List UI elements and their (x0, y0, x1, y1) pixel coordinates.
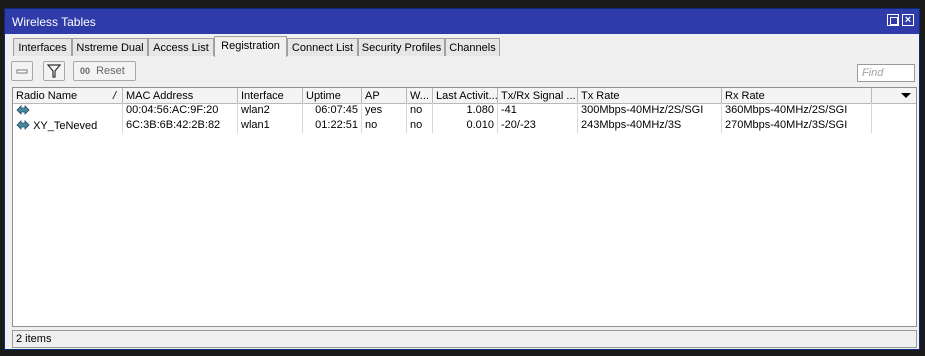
column-label: Radio Name (16, 90, 78, 102)
column-header-interface[interactable]: Interface (238, 88, 303, 103)
column-header-uptime[interactable]: Uptime (303, 88, 362, 103)
status-bar: 2 items (12, 330, 917, 348)
tab-security-profiles[interactable]: Security Profiles (358, 38, 445, 56)
cell-uptime: 06:07:45 (303, 103, 362, 118)
close-icon[interactable]: × (902, 14, 914, 26)
column-label: MAC Address (126, 90, 194, 102)
column-header-rx-rate[interactable]: Rx Rate (722, 88, 872, 103)
cell-last-activity: 1.080 (433, 103, 498, 118)
cell-ap: no (362, 118, 407, 133)
table-header: Radio Name / MAC Address Interface Uptime… (13, 88, 916, 104)
cell-mac-address: 6C:3B:6B:42:2B:82 (123, 118, 238, 133)
window-title: Wireless Tables (12, 15, 96, 29)
cell-interface: wlan1 (238, 118, 303, 133)
filter-icon (46, 64, 62, 78)
cell-tx-rate: 300Mbps-40MHz/2S/SGI (578, 103, 722, 118)
tab-connect-list[interactable]: Connect List (287, 38, 358, 56)
cell-signal: -20/-23 (498, 118, 578, 133)
tab-access-list[interactable]: Access List (148, 38, 214, 56)
cell-mac-address: 00:04:56:AC:9F:20 (123, 103, 238, 118)
column-header-tx-rx-signal[interactable]: Tx/Rx Signal ... (498, 88, 578, 103)
cell-radio-name (13, 103, 123, 118)
table-row[interactable]: XY_TeNeved 6C:3B:6B:42:2B:82 wlan1 01:22… (13, 118, 916, 133)
toolbar: 00 Reset Find (5, 57, 919, 87)
reset-button[interactable]: 00 Reset (73, 61, 136, 81)
cell-uptime: 01:22:51 (303, 118, 362, 133)
column-header-ap[interactable]: AP (362, 88, 407, 103)
tab-label: Access List (153, 42, 209, 54)
column-label: W... (410, 90, 429, 102)
cell-signal: -41 (498, 103, 578, 118)
find-placeholder: Find (862, 67, 884, 79)
column-header-w[interactable]: W... (407, 88, 433, 103)
remove-button[interactable] (11, 61, 33, 81)
tab-label: Connect List (291, 42, 354, 54)
cell-rx-rate: 270Mbps-40MHz/3S/SGI (722, 118, 872, 133)
item-count: 2 items (16, 333, 52, 345)
column-header-tx-rate[interactable]: Tx Rate (578, 88, 722, 103)
cell-last-activity: 0.010 (433, 118, 498, 133)
wireless-client-icon (16, 105, 30, 115)
column-label: Interface (241, 90, 284, 102)
column-label: Uptime (306, 90, 341, 102)
sort-indicator: / (112, 90, 116, 102)
reset-counter-icon: 00 (80, 66, 91, 76)
column-label: Last Activit... (436, 90, 498, 102)
cell-interface: wlan2 (238, 103, 303, 118)
column-chooser[interactable] (872, 88, 916, 103)
tab-interfaces[interactable]: Interfaces (13, 38, 72, 56)
tab-channels[interactable]: Channels (445, 38, 500, 56)
column-label: AP (365, 90, 380, 102)
find-input[interactable]: Find (857, 64, 915, 82)
title-bar[interactable]: Wireless Tables × (5, 9, 919, 34)
cell-w: no (407, 118, 433, 133)
cell-tx-rate: 243Mbps-40MHz/3S (578, 118, 722, 133)
minus-icon (16, 69, 28, 74)
restore-icon[interactable] (887, 14, 899, 26)
chevron-down-icon (901, 93, 911, 98)
cell-rx-rate: 360Mbps-40MHz/2S/SGI (722, 103, 872, 118)
column-header-last-activity[interactable]: Last Activit... (433, 88, 498, 103)
tab-label: Registration (221, 40, 280, 52)
radio-name-text: XY_TeNeved (33, 120, 98, 132)
tab-label: Security Profiles (361, 42, 442, 54)
tab-label: Channels (449, 42, 496, 54)
column-header-mac-address[interactable]: MAC Address (123, 88, 238, 103)
cell-w: no (407, 103, 433, 118)
tab-label: Interfaces (18, 42, 67, 54)
column-label: Tx Rate (581, 90, 620, 102)
cell-radio-name: XY_TeNeved (13, 118, 123, 133)
tab-label: Nstreme Dual (76, 42, 144, 54)
tab-nstreme-dual[interactable]: Nstreme Dual (72, 38, 148, 56)
wireless-tables-window: Wireless Tables × Interfaces Nstreme Dua… (4, 8, 920, 350)
wireless-client-icon (16, 120, 30, 130)
column-label: Tx/Rx Signal ... (501, 90, 576, 102)
tab-registration[interactable]: Registration (214, 36, 287, 57)
cell-ap: yes (362, 103, 407, 118)
filter-button[interactable] (43, 61, 65, 81)
column-label: Rx Rate (725, 90, 765, 102)
table-row[interactable]: 00:04:56:AC:9F:20 wlan2 06:07:45 yes no … (13, 103, 916, 118)
column-header-radio-name[interactable]: Radio Name / (13, 88, 123, 103)
reset-label: Reset (96, 65, 125, 77)
registration-table: Radio Name / MAC Address Interface Uptime… (12, 87, 917, 327)
